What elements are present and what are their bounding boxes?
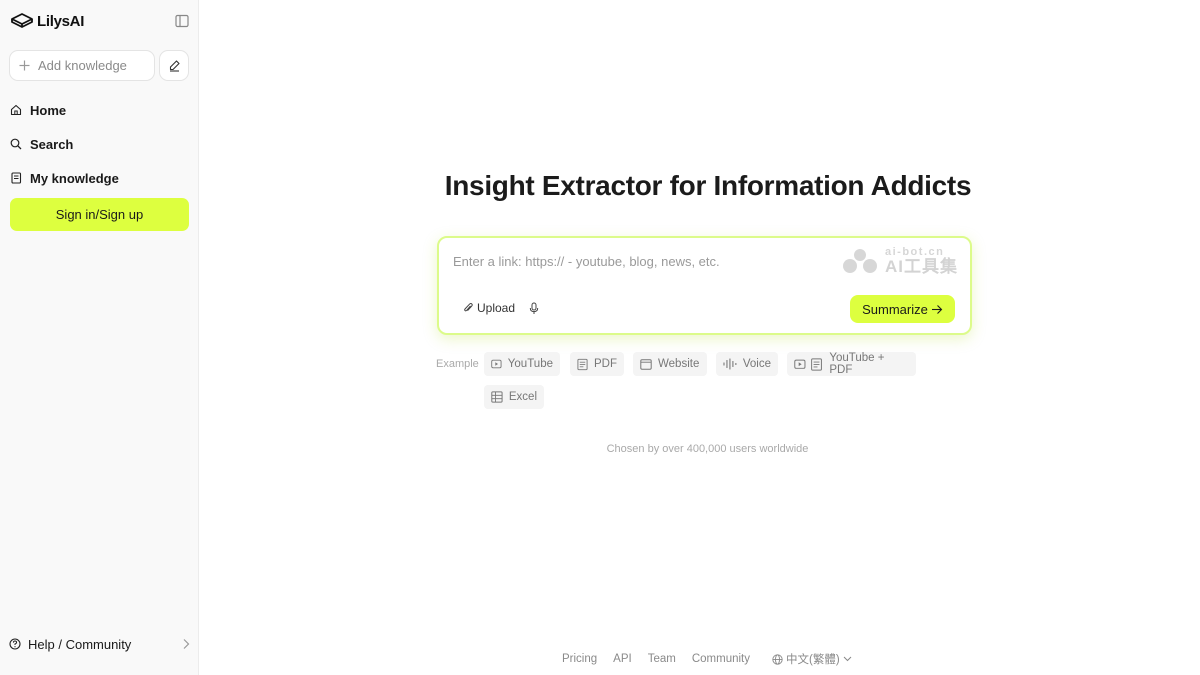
- app-window: LilysAI Add knowledge Home Search My kno…: [0, 0, 1200, 675]
- help-community-link[interactable]: Help / Community: [9, 631, 190, 657]
- language-label: 中文(繁體): [785, 654, 840, 666]
- sidebar-toggle-icon: [175, 14, 189, 28]
- footer-link-community[interactable]: Community: [692, 653, 750, 665]
- logo[interactable]: LilysAI: [10, 12, 84, 30]
- add-knowledge-row: Add knowledge: [9, 50, 189, 81]
- example-label: YouTube: [507, 358, 553, 370]
- notebook-icon: [11, 172, 22, 184]
- example-chip-pdf[interactable]: PDF: [570, 352, 624, 376]
- chevron-right-icon: [183, 639, 190, 649]
- edit-icon: [169, 60, 180, 72]
- link-input[interactable]: [453, 250, 833, 272]
- watermark-logo-icon: [843, 249, 877, 273]
- sidebar: LilysAI Add knowledge Home Search My kno…: [0, 0, 199, 675]
- example-label: Voice: [742, 358, 771, 370]
- footer-link-team[interactable]: Team: [648, 653, 676, 665]
- sign-in-button[interactable]: Sign in/Sign up: [10, 198, 189, 231]
- microphone-icon: [529, 302, 539, 314]
- page-title: Insight Extractor for Information Addict…: [444, 170, 972, 201]
- summarize-label: Summarize: [862, 301, 928, 317]
- examples-label: Example: [436, 358, 479, 370]
- arrow-right-icon: [931, 304, 943, 314]
- paperclip-icon: [464, 303, 473, 312]
- sidebar-item-label: Search: [30, 136, 74, 152]
- summarize-button[interactable]: Summarize: [850, 295, 955, 323]
- sidebar-item-label: Home: [30, 102, 67, 118]
- sidebar-nav: Home Search My knowledge: [9, 93, 190, 195]
- example-chip-voice[interactable]: Voice: [716, 352, 778, 376]
- upload-button[interactable]: Upload: [463, 301, 515, 315]
- user-count-text: Chosen by over 400,000 users worldwide: [606, 443, 809, 455]
- main-area: Insight Extractor for Information Addict…: [199, 0, 1200, 675]
- input-tools: Upload: [463, 301, 539, 315]
- example-label: Excel: [508, 391, 537, 403]
- language-selector[interactable]: 中文(繁體): [772, 651, 852, 667]
- footer-link-pricing[interactable]: Pricing: [562, 653, 597, 665]
- upload-label: Upload: [477, 301, 516, 315]
- example-chip-website[interactable]: Website: [633, 352, 707, 376]
- example-label: Website: [658, 358, 700, 370]
- sidebar-item-my-knowledge[interactable]: My knowledge: [9, 161, 190, 195]
- watermark-text: ai-bot.cn AI工具集: [885, 247, 958, 276]
- sidebar-header: LilysAI: [10, 10, 190, 32]
- plus-icon: [19, 60, 30, 71]
- home-icon: [10, 104, 22, 116]
- book-logo-icon: [11, 13, 33, 28]
- video-document-icon: [794, 357, 822, 371]
- waveform-icon: [723, 358, 737, 370]
- voice-input-button[interactable]: [529, 302, 539, 315]
- collapse-sidebar-button[interactable]: [174, 13, 190, 29]
- example-label: YouTube + PDF: [829, 352, 885, 376]
- add-knowledge-button[interactable]: Add knowledge: [9, 50, 155, 81]
- globe-icon: [772, 653, 783, 665]
- watermark: ai-bot.cn AI工具集: [839, 246, 958, 276]
- new-note-button[interactable]: [159, 50, 189, 81]
- video-icon: [491, 359, 502, 369]
- logo-text: LilysAI: [37, 12, 85, 30]
- help-left: Help / Community: [9, 637, 131, 652]
- help-label: Help / Community: [28, 636, 132, 652]
- footer-link-api[interactable]: API: [613, 653, 632, 665]
- document-icon: [577, 358, 588, 370]
- link-input-card: ai-bot.cn AI工具集 Upload: [437, 236, 972, 335]
- browser-icon: [640, 358, 652, 370]
- example-chip-youtube[interactable]: YouTube: [484, 352, 560, 376]
- footer: Pricing API Team Community 中文(繁體): [562, 651, 852, 667]
- example-label: PDF: [594, 358, 617, 370]
- watermark-bottom: AI工具集: [885, 257, 958, 276]
- sidebar-item-label: My knowledge: [30, 170, 119, 186]
- help-icon: [9, 638, 21, 650]
- sidebar-item-search[interactable]: Search: [9, 127, 190, 161]
- add-knowledge-label: Add knowledge: [38, 58, 127, 73]
- search-icon: [10, 138, 22, 150]
- example-chip-excel[interactable]: Excel: [484, 385, 544, 409]
- sidebar-item-home[interactable]: Home: [9, 93, 190, 127]
- table-icon: [491, 391, 503, 403]
- example-chip-youtube-pdf[interactable]: YouTube + PDF: [787, 352, 916, 376]
- chevron-down-icon: [843, 656, 852, 662]
